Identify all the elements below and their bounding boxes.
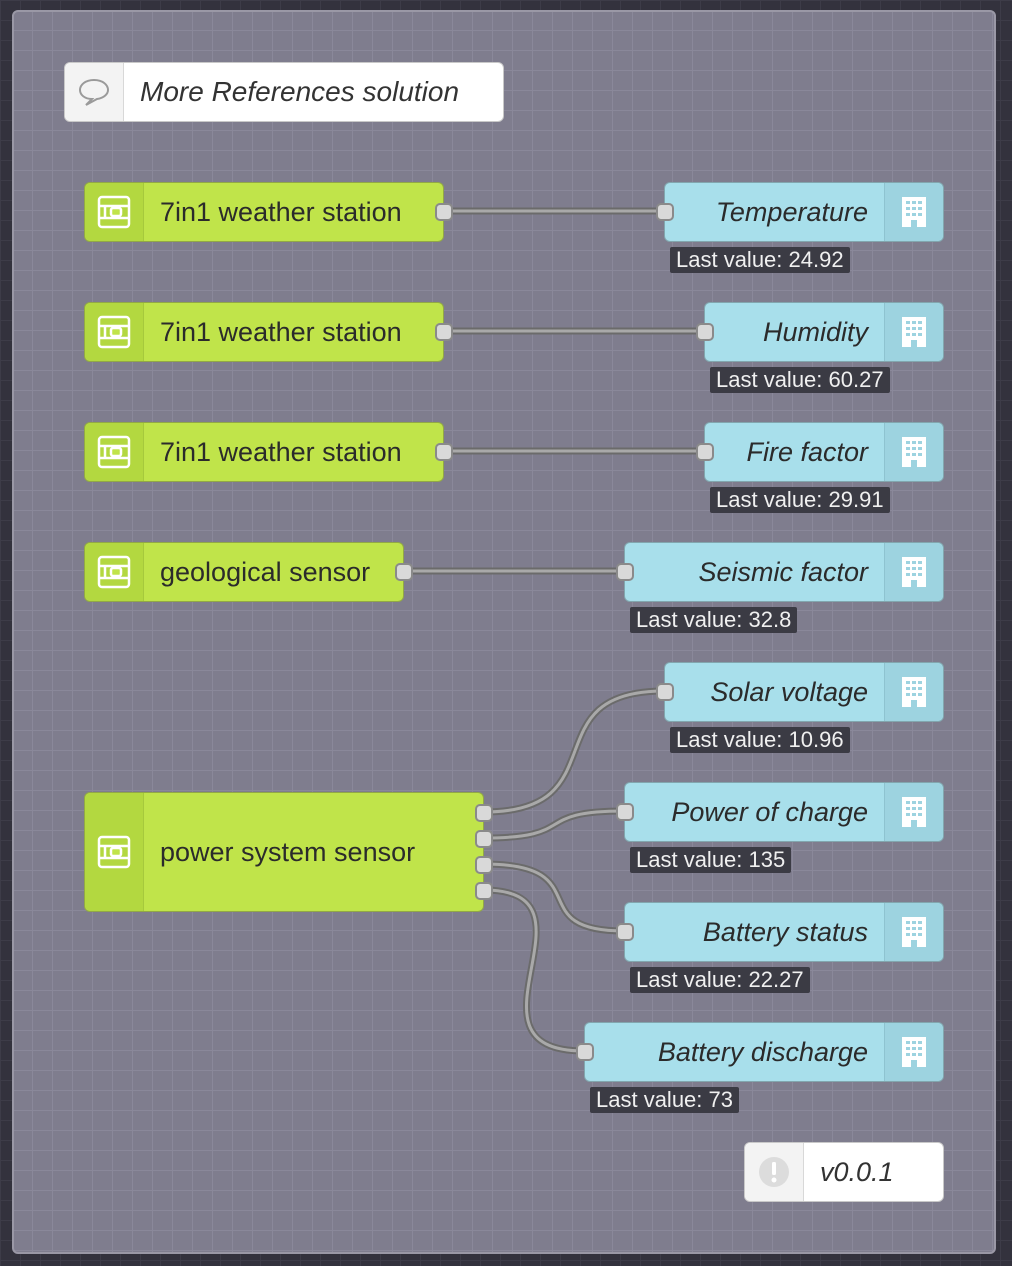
output-label: Seismic factor	[698, 556, 868, 587]
version-node[interactable]: v0.0.1	[744, 1142, 944, 1202]
sensor-node-geological[interactable]: geological sensor	[84, 542, 413, 602]
output-node-power-of-charge[interactable]: Power of charge	[616, 782, 944, 842]
output-node-battery-discharge[interactable]: Battery discharge	[576, 1022, 944, 1082]
sensor-label: 7in1 weather station	[160, 196, 402, 227]
sensor-node-weather-1[interactable]: 7in1 weather station	[84, 182, 453, 242]
output-label: Fire factor	[746, 436, 868, 467]
output-node-solar-voltage[interactable]: Solar voltage	[656, 662, 944, 722]
status-temperature: Last value: 24.92	[670, 247, 850, 273]
output-port[interactable]	[435, 323, 453, 341]
status-humidity: Last value: 60.27	[710, 367, 890, 393]
comment-node[interactable]: More References solution	[64, 62, 504, 122]
sensor-label: geological sensor	[160, 556, 371, 587]
output-node-battery-status[interactable]: Battery status	[616, 902, 944, 962]
sensor-node-weather-3[interactable]: 7in1 weather station	[84, 422, 453, 482]
input-port[interactable]	[656, 683, 674, 701]
output-port[interactable]	[435, 443, 453, 461]
input-port[interactable]	[576, 1043, 594, 1061]
sensor-icon	[85, 543, 144, 601]
status-battery-discharge: Last value: 73	[590, 1087, 739, 1113]
sensor-label: 7in1 weather station	[160, 316, 402, 347]
sensor-icon	[85, 183, 144, 241]
version-label: v0.0.1	[820, 1156, 894, 1187]
output-node-seismic-factor[interactable]: Seismic factor	[616, 542, 944, 602]
output-label: Battery status	[702, 916, 868, 947]
output-port-2[interactable]	[475, 830, 493, 848]
output-port-4[interactable]	[475, 882, 493, 900]
status-solar-voltage: Last value: 10.96	[670, 727, 850, 753]
sensor-icon	[85, 303, 144, 361]
status-fire-factor: Last value: 29.91	[710, 487, 890, 513]
output-node-humidity[interactable]: Humidity	[696, 302, 944, 362]
status-seismic-factor: Last value: 32.8	[630, 607, 798, 633]
alert-icon	[745, 1143, 804, 1201]
sensor-label: power system sensor	[160, 836, 416, 867]
sensor-label: 7in1 weather station	[160, 436, 402, 467]
building-icon	[884, 183, 943, 241]
building-icon	[884, 1023, 943, 1081]
status-power-of-charge: Last value: 135	[630, 847, 792, 873]
input-port[interactable]	[656, 203, 674, 221]
sensor-icon	[85, 423, 144, 481]
output-port-3[interactable]	[475, 856, 493, 874]
output-label: Temperature	[715, 196, 868, 227]
status-battery-status: Last value: 22.27	[630, 967, 810, 993]
output-label: Power of charge	[671, 796, 868, 827]
building-icon	[884, 303, 943, 361]
building-icon	[884, 903, 943, 961]
building-icon	[884, 543, 943, 601]
building-icon	[884, 663, 943, 721]
input-port[interactable]	[696, 443, 714, 461]
output-node-fire-factor[interactable]: Fire factor	[696, 422, 944, 482]
building-icon	[884, 423, 943, 481]
input-port[interactable]	[616, 803, 634, 821]
input-port[interactable]	[616, 923, 634, 941]
sensor-icon	[85, 793, 144, 911]
input-port[interactable]	[696, 323, 714, 341]
comment-label: More References solution	[140, 76, 460, 107]
comment-icon	[65, 63, 124, 121]
output-label: Humidity	[762, 316, 868, 347]
output-port-1[interactable]	[475, 804, 493, 822]
sensor-node-weather-2[interactable]: 7in1 weather station	[84, 302, 453, 362]
input-port[interactable]	[616, 563, 634, 581]
output-port[interactable]	[395, 563, 413, 581]
output-label: Battery discharge	[657, 1036, 868, 1067]
output-node-temperature[interactable]: Temperature	[656, 182, 944, 242]
sensor-node-power-system[interactable]: power system sensor	[84, 792, 493, 912]
building-icon	[884, 783, 943, 841]
output-port[interactable]	[435, 203, 453, 221]
output-label: Solar voltage	[710, 676, 868, 707]
